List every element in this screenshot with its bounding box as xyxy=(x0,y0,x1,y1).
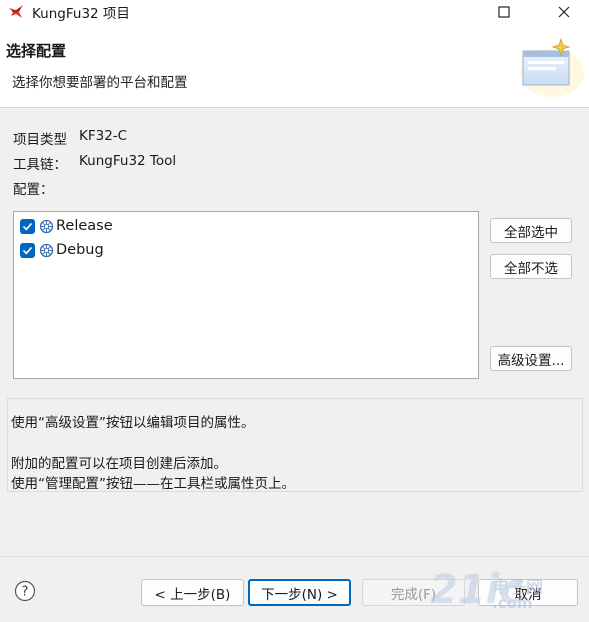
select-all-button[interactable]: 全部选中 xyxy=(490,218,572,243)
debug-checkbox[interactable] xyxy=(20,242,35,258)
watermark-domain: .com xyxy=(492,594,533,612)
info-panel: 使用“高级设置”按钮以编辑项目的属性。 附加的配置可以在项目创建后添加。 使用“… xyxy=(7,398,583,492)
footer-divider xyxy=(0,556,589,557)
checkmark-icon xyxy=(22,222,33,230)
wizard-banner-icon xyxy=(520,37,584,97)
wizard-header: 选择配置 选择你想要部署的平台和配置 xyxy=(0,23,589,108)
release-checkbox[interactable] xyxy=(20,218,35,234)
info-text-manage: 使用“管理配置”按钮——在工具栏或属性页上。 xyxy=(11,476,295,492)
help-icon[interactable]: ? xyxy=(14,580,36,602)
title-bar: KungFu32 项目 xyxy=(0,0,589,23)
toolchain-value: KungFu32 Tool xyxy=(79,153,177,169)
configuration-gear-icon xyxy=(39,219,54,233)
configuration-gear-icon xyxy=(39,243,54,257)
project-type-value: KF32-C xyxy=(79,128,128,144)
page-description: 选择你想要部署的平台和配置 xyxy=(12,75,188,91)
back-button[interactable]: < 上一步(B) xyxy=(141,579,244,606)
maximize-icon xyxy=(498,5,510,18)
deselect-all-button[interactable]: 全部不选 xyxy=(490,254,572,279)
checkmark-icon xyxy=(22,246,33,254)
maximize-button[interactable] xyxy=(481,0,527,23)
svg-text:?: ? xyxy=(22,585,29,600)
config-label: 配置： xyxy=(13,182,54,198)
watermark: 21ic 电子网 .com xyxy=(430,567,580,617)
config-label-debug: Debug xyxy=(56,242,104,258)
window-title: KungFu32 项目 xyxy=(32,6,130,22)
config-item-debug[interactable]: Debug xyxy=(20,240,104,260)
page-title: 选择配置 xyxy=(6,42,67,60)
next-button[interactable]: 下一步(N) > xyxy=(248,579,351,606)
advanced-settings-button[interactable]: 高级设置... xyxy=(490,346,572,371)
toolchain-label: 工具链： xyxy=(13,157,67,173)
close-button[interactable] xyxy=(541,0,587,23)
configuration-list[interactable]: Release Debug xyxy=(13,211,479,379)
config-item-release[interactable]: Release xyxy=(20,216,113,236)
info-text-advanced: 使用“高级设置”按钮以编辑项目的属性。 xyxy=(11,415,255,431)
config-label-release: Release xyxy=(56,218,113,234)
info-text-additional: 附加的配置可以在项目创建后添加。 xyxy=(11,456,227,472)
project-type-label: 项目类型 xyxy=(13,132,67,148)
kungfu-bird-icon xyxy=(9,5,23,18)
close-icon xyxy=(558,6,570,17)
